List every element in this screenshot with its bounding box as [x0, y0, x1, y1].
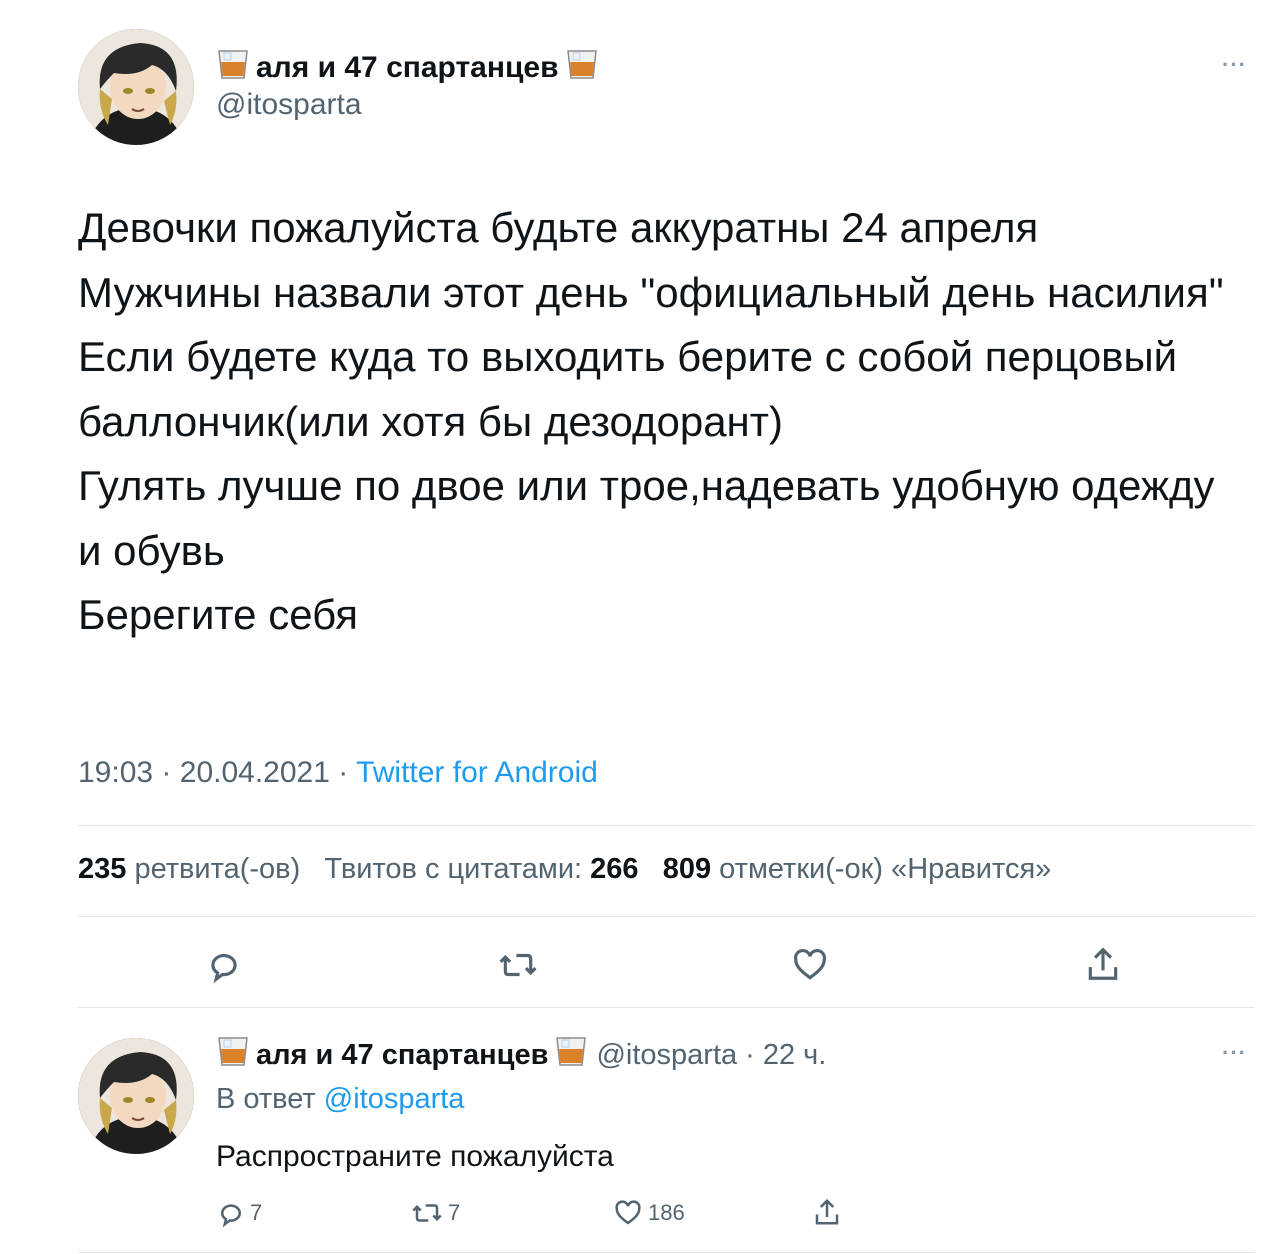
whisky-glass-icon: [216, 47, 250, 89]
tweet-time: 19:03: [78, 756, 154, 789]
retweet-button[interactable]: [497, 946, 539, 989]
reply-text: Распространите пожалуйста: [216, 1140, 614, 1173]
reply-button[interactable]: 7: [216, 1198, 262, 1228]
whisky-glass-icon: [554, 1034, 588, 1076]
reply-prefix: В ответ: [216, 1083, 316, 1115]
like-icon: [615, 1200, 641, 1225]
whisky-glass-icon: [216, 1034, 250, 1076]
share-button[interactable]: [812, 1196, 842, 1228]
tweet-source-link[interactable]: Twitter for Android: [356, 756, 598, 789]
reply-count: 7: [250, 1200, 263, 1225]
display-name[interactable]: аля и 47 спартанцев: [216, 1034, 588, 1076]
avatar[interactable]: [78, 1038, 194, 1154]
retweet-icon: [499, 953, 537, 977]
user-handle[interactable]: @itosparta: [216, 88, 362, 122]
divider: [78, 825, 1254, 826]
quotes-stat[interactable]: Твитов с цитатами: 266: [324, 853, 638, 885]
meta-separator: ·: [745, 1038, 755, 1071]
tweet-date: 20.04.2021: [179, 756, 330, 789]
whisky-glass-icon: [565, 47, 599, 89]
retweets-stat[interactable]: 235 ретвита(-ов): [78, 853, 300, 885]
divider: [78, 1007, 1254, 1008]
more-icon[interactable]: ···: [1222, 1040, 1247, 1066]
tweet-stats: 235 ретвита(-ов) Твитов с цитатами: 266 …: [78, 853, 1051, 886]
share-button[interactable]: [1084, 944, 1122, 989]
tweet-text: Девочки пожалуйста будьте аккуратны 24 а…: [78, 204, 1224, 638]
likes-stat[interactable]: 809 отметки(-ок) «Нравится»: [663, 853, 1052, 885]
like-button[interactable]: [790, 946, 830, 989]
share-icon: [815, 1198, 839, 1225]
share-icon: [1088, 947, 1118, 980]
meta-separator: ·: [161, 756, 172, 789]
reply-header: аля и 47 спартанцев @itosparta · 22 ч.: [216, 1034, 826, 1076]
divider: [78, 916, 1254, 917]
reply-button[interactable]: [205, 946, 243, 989]
display-name-text: аля и 47 спартанцев: [256, 51, 559, 84]
user-handle[interactable]: @itosparta: [596, 1039, 737, 1072]
reply-icon: [211, 954, 237, 984]
divider: [78, 1252, 1254, 1253]
reply-context: В ответ @itosparta: [216, 1083, 464, 1116]
reply-icon: [221, 1204, 241, 1228]
like-button[interactable]: 186: [612, 1198, 685, 1228]
retweet-button[interactable]: 7: [410, 1198, 460, 1228]
display-name-text: аля и 47 спартанцев: [256, 1038, 549, 1071]
like-icon: [794, 949, 826, 980]
display-name[interactable]: аля и 47 спартанцев: [216, 47, 599, 89]
retweet-count: 7: [448, 1200, 461, 1225]
meta-separator: ·: [338, 756, 349, 789]
reply-to-link[interactable]: @itosparta: [324, 1083, 465, 1115]
retweet-icon: [412, 1204, 442, 1222]
tweet-time-ago[interactable]: 22 ч.: [763, 1039, 826, 1072]
tweet-meta: 19:03 · 20.04.2021 · Twitter for Android: [78, 756, 598, 790]
avatar[interactable]: [78, 29, 194, 145]
like-count: 186: [648, 1200, 685, 1225]
more-icon[interactable]: ···: [1222, 52, 1247, 78]
